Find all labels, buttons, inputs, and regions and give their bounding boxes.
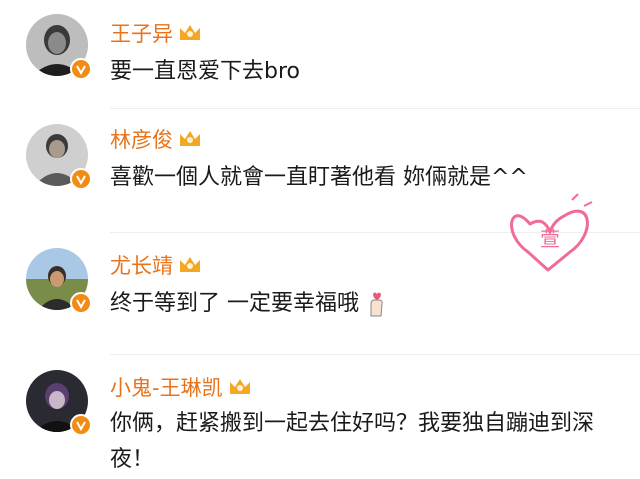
comment-author[interactable]: 王子异 [110,18,203,48]
avatar[interactable] [26,124,92,190]
crown-icon [177,254,203,276]
comment-author[interactable]: 小鬼-王琳凯 [110,372,253,402]
divider [110,354,640,355]
avatar[interactable] [26,370,92,436]
heart-hand-emoji-icon [363,290,387,318]
author-name[interactable]: 尤长靖 [110,250,173,280]
author-name[interactable]: 王子异 [110,18,173,48]
comment-text-row: 终于等到了 一定要幸福哦 [110,286,620,322]
crown-icon [177,22,203,44]
crown-icon [227,376,253,398]
avatar[interactable] [26,248,92,314]
author-name[interactable]: 小鬼-王琳凯 [110,372,223,402]
heart-doodle: 萱 [500,190,604,280]
comment-author[interactable]: 尤长靖 [110,250,203,280]
doodle-char: 萱 [540,227,560,251]
divider [110,108,640,109]
comment-author[interactable]: 林彦俊 [110,124,203,154]
crown-icon [177,128,203,150]
comment-text: 你俩，赶紧搬到一起去住好吗？我要独自蹦迪到深夜！ [110,411,595,472]
verified-badge-icon [70,168,92,190]
verified-badge-icon [70,58,92,80]
comment-text: 要一直恩爱下去bro [110,59,300,84]
verified-badge-icon [70,292,92,314]
author-name[interactable]: 林彦俊 [110,124,173,154]
comment-text: 终于等到了 一定要幸福哦 [110,291,359,316]
verified-badge-icon [70,414,92,436]
avatar[interactable] [26,14,92,80]
